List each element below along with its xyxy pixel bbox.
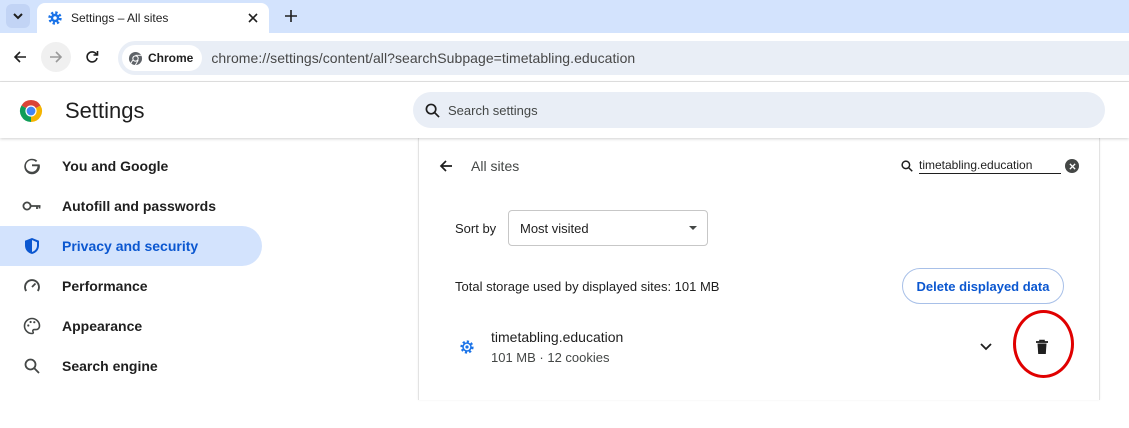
search-placeholder: Search settings: [448, 102, 538, 118]
sidebar-item-autofill[interactable]: Autofill and passwords: [0, 186, 270, 226]
reload-button[interactable]: [77, 42, 107, 72]
arrow-right-icon: [50, 51, 63, 63]
site-filter-input[interactable]: timetabling.education: [901, 155, 1081, 177]
gauge-icon: [22, 276, 42, 296]
sidebar-item-label: Privacy and security: [62, 238, 199, 254]
browser-toolbar: Chrome chrome://settings/content/all?sea…: [0, 33, 1129, 81]
sort-by-dropdown[interactable]: Most visited: [508, 210, 708, 246]
sidebar-item-label: Search engine: [62, 358, 158, 374]
key-icon: [22, 196, 42, 216]
sidebar-item-privacy-and-security[interactable]: Privacy and security: [0, 226, 262, 266]
clear-search-icon[interactable]: [1065, 159, 1079, 173]
section-title: All sites: [471, 158, 520, 174]
site-info-chip[interactable]: Chrome: [122, 45, 203, 71]
chevron-down-icon[interactable]: [975, 336, 997, 358]
chip-label: Chrome: [148, 51, 194, 65]
new-tab-button[interactable]: [280, 5, 302, 27]
tab-title: Settings – All sites: [71, 11, 169, 25]
all-sites-card: All sites timetabling.education Sort by …: [418, 138, 1100, 400]
arrow-left-icon: [13, 51, 26, 63]
site-gear-icon: [459, 339, 475, 355]
back-button[interactable]: [5, 42, 35, 72]
gear-icon: [47, 10, 63, 26]
settings-header: Settings Search settings: [0, 82, 1129, 138]
shield-icon: [22, 236, 42, 256]
sidebar-item-label: You and Google: [62, 158, 169, 174]
delete-displayed-data-button[interactable]: Delete displayed data: [902, 268, 1064, 304]
settings-sidebar: You and Google Autofill and passwords Pr…: [0, 146, 270, 386]
page-title: Settings: [65, 98, 145, 123]
plus-icon: [285, 10, 297, 22]
url-text[interactable]: chrome://settings/content/all?searchSubp…: [211, 50, 635, 66]
tab-settings[interactable]: Settings – All sites: [37, 3, 269, 33]
sidebar-item-search-engine[interactable]: Search engine: [0, 346, 270, 386]
reload-icon: [86, 51, 99, 63]
site-storage-info: 101 MB · 12 cookies: [491, 350, 610, 365]
trash-icon[interactable]: [1031, 336, 1053, 358]
dropdown-caret-icon: [689, 226, 697, 230]
search-settings-input[interactable]: Search settings: [413, 92, 1105, 128]
close-icon[interactable]: [243, 8, 263, 28]
tab-search-button[interactable]: [6, 4, 30, 28]
search-icon: [425, 103, 440, 118]
sort-by-label: Sort by: [455, 221, 497, 236]
address-bar[interactable]: Chrome chrome://settings/content/all?sea…: [118, 41, 1129, 75]
sidebar-item-label: Performance: [62, 278, 148, 294]
google-g-icon: [22, 156, 42, 176]
forward-button[interactable]: [41, 42, 71, 72]
sort-by-value: Most visited: [520, 220, 589, 236]
site-name: timetabling.education: [491, 329, 624, 345]
tab-strip: Settings – All sites: [0, 0, 1129, 33]
site-row[interactable]: timetabling.education 101 MB · 12 cookie…: [419, 310, 1099, 378]
storage-summary: Total storage used by displayed sites: 1…: [455, 279, 720, 294]
sidebar-item-label: Appearance: [62, 318, 143, 334]
filter-value[interactable]: timetabling.education: [919, 158, 1061, 174]
sidebar-item-appearance[interactable]: Appearance: [0, 306, 270, 346]
chrome-logo-icon: [19, 100, 43, 122]
back-arrow-button[interactable]: [435, 155, 457, 177]
chrome-icon: [128, 51, 143, 66]
palette-icon: [22, 316, 42, 336]
chevron-down-icon: [13, 13, 23, 20]
arrow-left-icon: [439, 160, 452, 172]
search-icon: [22, 356, 42, 376]
search-icon: [901, 160, 913, 172]
sidebar-item-you-and-google[interactable]: You and Google: [0, 146, 270, 186]
sidebar-item-label: Autofill and passwords: [62, 198, 217, 214]
sidebar-item-performance[interactable]: Performance: [0, 266, 270, 306]
